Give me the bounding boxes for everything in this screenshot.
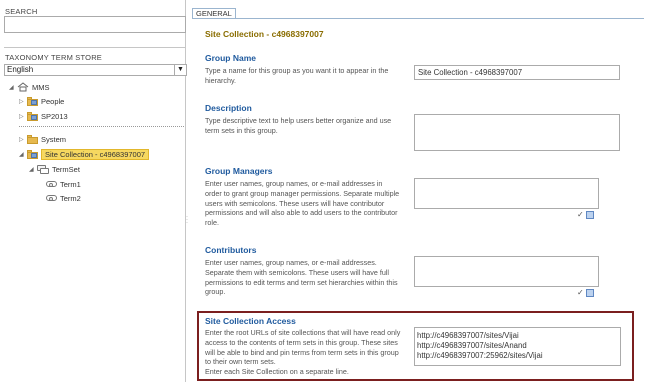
group-managers-input[interactable] <box>414 178 599 209</box>
site-collection-access-desc-text: Enter the root URLs of site collections … <box>205 328 401 367</box>
tree-node-termset[interactable]: ◢ TermSet <box>29 163 80 175</box>
group-managers-heading: Group Managers <box>205 166 273 176</box>
language-select[interactable]: English ▼ <box>4 64 187 76</box>
collapse-icon[interactable]: ◢ <box>29 166 37 173</box>
termset-icon <box>37 164 49 174</box>
tree-node-mms[interactable]: ◢ MMS <box>9 81 50 93</box>
contributors-input[interactable] <box>414 256 599 287</box>
site-collection-access-note: Enter each Site Collection on a separate… <box>205 367 349 377</box>
term-icon <box>46 195 57 201</box>
tree-node-label: Term2 <box>60 193 81 203</box>
tree-node-label: SP2013 <box>41 111 68 121</box>
description-description: Type descriptive text to help users bett… <box>205 116 392 135</box>
search-label: SEARCH <box>5 7 38 16</box>
tree-node-label: People <box>41 96 65 106</box>
site-collection-urls-textarea[interactable]: http://c4968397007/sites/Vijai http://c4… <box>414 327 621 366</box>
url-line: http://c4968397007/sites/Anand <box>417 341 527 350</box>
contributors-heading: Contributors <box>205 245 257 255</box>
site-collection-access-description: Enter the root URLs of site collections … <box>205 328 401 377</box>
expand-icon[interactable]: ▷ <box>19 113 27 120</box>
group-name-input[interactable]: Site Collection - c4968397007 <box>414 65 620 80</box>
chevron-down-icon[interactable]: ▼ <box>174 65 186 75</box>
tree-node-sp2013[interactable]: ▷ SP2013 <box>19 110 68 122</box>
group-folder-icon <box>27 111 38 121</box>
address-book-icon[interactable] <box>585 289 594 297</box>
tab-underline <box>192 18 644 19</box>
panel-splitter[interactable]: · · · <box>186 214 189 226</box>
group-managers-picker: ✓ <box>577 211 599 219</box>
group-folder-icon <box>27 96 38 106</box>
term-icon <box>46 181 57 187</box>
tree-node-label: MMS <box>32 82 50 92</box>
tree-node-site-collection[interactable]: ◢ Site Collection - c4968397007 <box>19 148 150 160</box>
tree-node-term2[interactable]: Term2 <box>46 192 81 204</box>
house-icon <box>17 82 29 92</box>
collapse-icon[interactable]: ◢ <box>9 84 17 91</box>
group-name-heading: Group Name <box>205 53 257 63</box>
group-name-description: Type a name for this group as you want i… <box>205 66 389 85</box>
tree-node-label: TermSet <box>52 164 80 174</box>
site-collection-access-heading: Site Collection Access <box>205 316 296 326</box>
address-book-icon[interactable] <box>585 211 594 219</box>
group-folder-icon <box>27 149 38 159</box>
tree-node-system[interactable]: ▷ System <box>19 133 66 145</box>
collapse-icon[interactable]: ◢ <box>19 151 27 158</box>
tree-node-label-selected: Site Collection - c4968397007 <box>41 148 150 160</box>
url-line: http://c4968397007:25962/sites/Vijai <box>417 351 543 360</box>
search-input[interactable] <box>4 16 186 33</box>
url-line: http://c4968397007/sites/Vijai <box>417 331 519 340</box>
tree-separator <box>19 126 184 127</box>
term-store-label: TAXONOMY TERM STORE <box>5 53 103 62</box>
tree-node-label: System <box>41 134 67 144</box>
language-value: English <box>7 65 34 74</box>
description-textarea[interactable] <box>414 114 620 151</box>
expand-icon[interactable]: ▷ <box>19 136 27 143</box>
tree-node-term1[interactable]: Term1 <box>46 178 81 190</box>
page-title: Site Collection - c4968397007 <box>205 29 324 39</box>
expand-icon[interactable]: ▷ <box>19 98 27 105</box>
check-names-icon[interactable]: ✓ <box>577 289 584 297</box>
divider <box>4 47 186 48</box>
contributors-picker: ✓ <box>577 289 599 297</box>
contributors-description: Enter user names, group names, or e-mail… <box>205 258 398 297</box>
tree-node-people[interactable]: ▷ People <box>19 95 64 107</box>
taxonomy-panel: SEARCH TAXONOMY TERM STORE English ▼ ◢ M… <box>0 0 187 382</box>
group-managers-description: Enter user names, group names, or e-mail… <box>205 179 400 228</box>
description-heading: Description <box>205 103 252 113</box>
check-names-icon[interactable]: ✓ <box>577 211 584 219</box>
tree-node-label: Term1 <box>60 179 81 189</box>
system-folder-icon <box>27 134 38 144</box>
